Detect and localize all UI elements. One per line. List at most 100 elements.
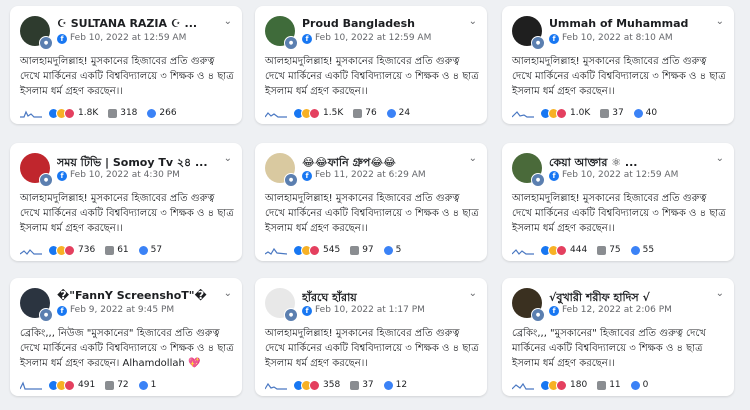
post-card[interactable]: ● কেয়া আক্তার ⚛ ... f Feb 10, 2022 at 12… — [502, 143, 734, 261]
comment-count[interactable]: 61 — [117, 245, 128, 255]
comment-count[interactable]: 97 — [362, 245, 373, 255]
sparkline-icon — [265, 382, 287, 390]
post-meta: f Feb 10, 2022 at 1:17 PM — [302, 305, 425, 316]
share-count[interactable]: 266 — [159, 108, 176, 118]
reaction-icons — [293, 244, 320, 256]
comment-count[interactable]: 75 — [609, 245, 620, 255]
facebook-icon: f — [57, 306, 67, 316]
post-author[interactable]: Proud Bangladesh — [302, 17, 452, 30]
comment-icon — [105, 245, 115, 255]
chevron-down-icon[interactable]: ⌄ — [716, 16, 724, 27]
chevron-down-icon[interactable]: ⌄ — [716, 288, 724, 299]
chevron-down-icon[interactable]: ⌄ — [469, 288, 477, 299]
post-card[interactable]: ● ☪ SULTANA RAZIA ☪ ... f Feb 10, 2022 at… — [10, 6, 242, 124]
post-meta: f Feb 10, 2022 at 4:30 PM — [57, 170, 180, 181]
post-date[interactable]: Feb 10, 2022 at 1:17 PM — [315, 305, 425, 315]
post-card[interactable]: ● �"FannY ScreenshoT"� f Feb 9, 2022 at 9… — [10, 278, 242, 396]
post-meta: f Feb 10, 2022 at 12:59 AM — [549, 170, 678, 181]
share-count[interactable]: 12 — [396, 380, 407, 390]
page-badge-icon: ● — [39, 173, 53, 187]
share-count[interactable]: 5 — [396, 245, 402, 255]
reaction-count[interactable]: 180 — [570, 380, 587, 390]
post-text: আলহামদুলিল্লাহ! মুসকানের হিজাবের প্রতি গ… — [512, 193, 726, 234]
post-card[interactable]: ● √বুখারী শরীফ হাদিস √ f Feb 12, 2022 at … — [502, 278, 734, 396]
post-date[interactable]: Feb 11, 2022 at 6:29 AM — [315, 170, 426, 180]
page-badge-icon: ● — [531, 36, 545, 50]
post-stats: 1.5K 76 24 — [265, 106, 479, 120]
post-meta: f Feb 10, 2022 at 12:59 AM — [57, 33, 186, 44]
share-count[interactable]: 24 — [399, 108, 410, 118]
chevron-down-icon[interactable]: ⌄ — [469, 16, 477, 27]
post-date[interactable]: Feb 10, 2022 at 8:10 AM — [562, 33, 673, 43]
share-icon — [138, 380, 148, 390]
page-badge-icon: ● — [531, 173, 545, 187]
post-date[interactable]: Feb 10, 2022 at 4:30 PM — [70, 170, 180, 180]
post-text: ব্রেকিং,,, নিউজ "মুসকানের" হিজাবের প্রতি… — [20, 328, 234, 369]
reaction-count[interactable]: 358 — [323, 380, 340, 390]
share-count[interactable]: 0 — [643, 380, 649, 390]
reaction-count[interactable]: 545 — [323, 245, 340, 255]
comment-count[interactable]: 76 — [365, 108, 376, 118]
post-stats: 358 37 12 — [265, 378, 479, 392]
reaction-count[interactable]: 444 — [570, 245, 587, 255]
post-card[interactable]: ● 😂😂ফানি গ্রুপ😂😂 f Feb 11, 2022 at 6:29 A… — [255, 143, 487, 261]
post-card[interactable]: ● Proud Bangladesh f Feb 10, 2022 at 12:5… — [255, 6, 487, 124]
chevron-down-icon[interactable]: ⌄ — [224, 153, 232, 164]
page-badge-icon: ● — [284, 308, 298, 322]
post-date[interactable]: Feb 10, 2022 at 12:59 AM — [562, 170, 678, 180]
post-date[interactable]: Feb 12, 2022 at 2:06 PM — [562, 305, 672, 315]
reaction-icons — [293, 107, 320, 119]
post-date[interactable]: Feb 10, 2022 at 12:59 AM — [70, 33, 186, 43]
facebook-icon: f — [57, 171, 67, 181]
facebook-icon: f — [549, 306, 559, 316]
reaction-count[interactable]: 1.8K — [78, 108, 98, 118]
comment-count[interactable]: 318 — [120, 108, 137, 118]
post-stats: 1.8K 318 266 — [20, 106, 234, 120]
post-card[interactable]: ● হাঁরঘে হাঁরায় f Feb 10, 2022 at 1:17 P… — [255, 278, 487, 396]
comment-count[interactable]: 37 — [362, 380, 373, 390]
facebook-icon: f — [57, 34, 67, 44]
reaction-count[interactable]: 1.5K — [323, 108, 343, 118]
share-count[interactable]: 57 — [151, 245, 162, 255]
post-stats: 1.0K 37 40 — [512, 106, 726, 120]
sparkline-icon — [20, 249, 42, 255]
post-stats: 736 61 57 — [20, 243, 234, 257]
sparkline-icon — [512, 249, 534, 255]
chevron-down-icon[interactable]: ⌄ — [716, 153, 724, 164]
comment-icon — [600, 108, 610, 118]
comment-count[interactable]: 11 — [609, 380, 620, 390]
post-date[interactable]: Feb 9, 2022 at 9:45 PM — [70, 305, 174, 315]
post-date[interactable]: Feb 10, 2022 at 12:59 AM — [315, 33, 431, 43]
post-meta: f Feb 12, 2022 at 2:06 PM — [549, 305, 672, 316]
share-icon — [386, 108, 396, 118]
share-count[interactable]: 1 — [151, 380, 157, 390]
sparkline-icon — [512, 111, 534, 118]
reaction-count[interactable]: 1.0K — [570, 108, 590, 118]
post-card[interactable]: ● Ummah of Muhammad f Feb 10, 2022 at 8:1… — [502, 6, 734, 124]
share-icon — [630, 245, 640, 255]
post-stats: 180 11 0 — [512, 378, 726, 392]
reaction-count[interactable]: 736 — [78, 245, 95, 255]
share-count[interactable]: 55 — [643, 245, 654, 255]
post-card[interactable]: ● সময় টিভি | Somoy Tv ২৪ ... f Feb 10, 2… — [10, 143, 242, 261]
chevron-down-icon[interactable]: ⌄ — [224, 288, 232, 299]
post-stats: 444 75 55 — [512, 243, 726, 257]
comment-icon — [597, 245, 607, 255]
reaction-icons — [48, 107, 75, 119]
post-meta: f Feb 10, 2022 at 8:10 AM — [549, 33, 673, 44]
reaction-icons — [293, 379, 320, 391]
reaction-icons — [540, 244, 567, 256]
comment-count[interactable]: 37 — [612, 108, 623, 118]
share-count[interactable]: 40 — [646, 108, 657, 118]
comment-icon — [350, 380, 360, 390]
chevron-down-icon[interactable]: ⌄ — [469, 153, 477, 164]
post-text: আলহামদুলিল্লাহ! মুসকানের হিজাবের প্রতি গ… — [512, 56, 726, 97]
post-author[interactable]: Ummah of Muhammad — [549, 17, 699, 30]
post-author[interactable]: ☪ SULTANA RAZIA ☪ ... — [57, 17, 207, 30]
reaction-icons — [540, 379, 567, 391]
chevron-down-icon[interactable]: ⌄ — [224, 16, 232, 27]
comment-count[interactable]: 72 — [117, 380, 128, 390]
reaction-count[interactable]: 491 — [78, 380, 95, 390]
post-author[interactable]: �"FannY ScreenshoT"� — [57, 289, 207, 302]
share-icon — [383, 245, 393, 255]
